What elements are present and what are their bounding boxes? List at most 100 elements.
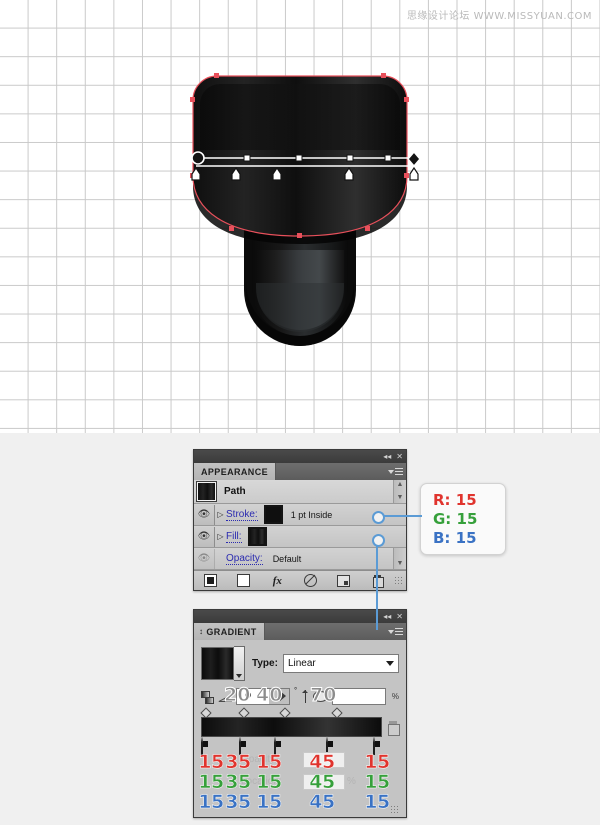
gradient-stop[interactable] <box>239 736 248 755</box>
tab-appearance[interactable]: APPEARANCE <box>194 463 277 480</box>
clear-appearance-button[interactable] <box>294 571 327 590</box>
duplicate-item-button[interactable] <box>327 571 360 590</box>
stop-rgb-column: 15 15 15 <box>364 751 390 813</box>
appearance-panel-menu-icon[interactable] <box>384 463 406 480</box>
gradient-tab-label: GRADIENT <box>206 626 257 637</box>
gradient-preview-swatch[interactable] <box>201 647 234 680</box>
scroll-down-arrow-icon[interactable]: ▼ <box>397 559 404 569</box>
illustration-canvas: 思缘设计论坛 WWW.MISSYUAN.COM <box>0 0 600 433</box>
gradient-stop-row <box>201 736 399 755</box>
gradient-type-value: Linear <box>287 658 316 669</box>
close-icon[interactable]: ✕ <box>396 452 403 461</box>
hamburger-icon <box>394 468 403 475</box>
stop-rgb-column: 35 35 35 <box>225 751 251 813</box>
stop-b-value: 15 <box>364 791 390 813</box>
duplicate-icon <box>337 574 351 587</box>
gradient-panel-body: Type: Linear ° % Opacity: Location: % 15… <box>194 640 406 817</box>
appearance-path-row[interactable]: Path ▲ ▼ <box>194 480 406 504</box>
scroll-up-icon[interactable]: ▲ <box>397 480 404 490</box>
reverse-gradient-icon[interactable] <box>201 690 215 704</box>
visibility-eye-icon-opacity[interactable]: 👁 <box>194 548 215 569</box>
fx-icon: fx <box>272 574 282 587</box>
stop-g-value: 15 <box>198 771 224 793</box>
rgb-callout-box: R: 15 G: 15 B: 15 <box>420 483 506 555</box>
tab-gradient[interactable]: ↕ GRADIENT <box>194 623 265 640</box>
stroke-color-swatch[interactable] <box>263 505 283 524</box>
stop-rgb-column: 15 15 15 <box>256 751 282 813</box>
gradient-panel-menu-icon[interactable] <box>384 623 406 640</box>
fill-label[interactable]: Fill: <box>226 531 242 543</box>
resize-grip[interactable] <box>390 805 399 814</box>
hamburger-icon <box>394 628 403 635</box>
gradient-midpoint-markers[interactable] <box>200 707 399 719</box>
stop-b-value: 35 <box>225 791 251 813</box>
close-icon[interactable]: ✕ <box>396 612 403 621</box>
annotation-number-40: 40 <box>255 684 283 707</box>
annotation-number-70: 70 <box>309 684 337 707</box>
expand-triangle-stroke[interactable]: ▷ <box>215 510 226 519</box>
opacity-value[interactable]: Default <box>273 554 302 564</box>
connector-line-stroke <box>382 515 422 517</box>
stroke-weight-value[interactable]: 1 pt Inside <box>291 510 333 520</box>
ghost-percent: % <box>347 776 356 787</box>
add-new-effect-button[interactable]: fx <box>261 571 294 590</box>
stop-r-value: 15 <box>256 751 282 773</box>
panel-dock-icon: ↕ <box>199 627 204 636</box>
callout-r-value: R: 15 <box>433 490 477 509</box>
collapse-icon[interactable]: ◂◂ <box>383 612 391 621</box>
stop-b-value: 15 <box>256 791 282 813</box>
gradient-stop[interactable] <box>373 736 382 755</box>
stop-g-value: 45 <box>309 771 335 793</box>
percent-symbol: % <box>391 692 399 701</box>
stop-b-value: 15 <box>198 791 224 813</box>
fill-color-swatch[interactable] <box>247 527 267 546</box>
callout-g-value: G: 15 <box>433 509 478 528</box>
scroll-down-icon[interactable]: ▼ <box>397 493 404 503</box>
gradient-panel-titlebar[interactable]: ◂◂ ✕ <box>194 610 406 623</box>
appearance-scrollbar-bottom[interactable]: ▼ <box>393 548 406 569</box>
add-new-stroke-button[interactable] <box>194 571 227 590</box>
connector-line-fill <box>376 540 378 630</box>
stop-g-value: 35 <box>225 771 251 793</box>
gradient-stop[interactable] <box>274 736 283 755</box>
resize-grip[interactable] <box>393 576 403 585</box>
stop-r-value: 35 <box>225 751 251 773</box>
stop-r-value: 15 <box>364 751 390 773</box>
gradient-tab-row: ↕ GRADIENT <box>194 623 406 640</box>
gradient-stop[interactable] <box>201 736 210 755</box>
gradient-preset-dropdown-button[interactable] <box>234 646 245 681</box>
appearance-toolbar[interactable]: fx <box>194 570 406 590</box>
path-label: Path <box>224 486 246 497</box>
annotation-number-20: 20 <box>223 684 251 707</box>
visibility-eye-icon-fill[interactable]: 👁 <box>194 526 215 547</box>
add-new-fill-button[interactable] <box>227 571 260 590</box>
collapse-icon[interactable]: ◂◂ <box>383 452 391 461</box>
appearance-scrollbar[interactable]: ▲ ▼ <box>393 480 406 503</box>
chevron-down-icon <box>387 629 394 634</box>
delete-stop-icon[interactable] <box>387 720 400 736</box>
appearance-panel-titlebar[interactable]: ◂◂ ✕ <box>194 450 406 463</box>
tab-filler <box>276 463 384 480</box>
gradient-type-select[interactable]: Linear <box>282 654 399 673</box>
square-fill-icon <box>204 574 218 587</box>
opacity-label[interactable]: Opacity: <box>226 553 263 565</box>
gradient-aspect-field[interactable] <box>332 688 386 705</box>
stop-rgb-column: 45 45 45 <box>309 752 335 813</box>
gradient-type-row: Type: Linear <box>201 646 399 681</box>
type-label: Type: <box>252 658 278 669</box>
connector-endpoint-fill <box>372 534 385 547</box>
square-outline-icon <box>237 574 251 587</box>
gradient-slider-bar[interactable] <box>201 717 382 737</box>
gradient-panel[interactable]: ◂◂ ✕ ↕ GRADIENT Type: Linear ° % Opacity… <box>193 609 407 818</box>
artwork-vector-object[interactable] <box>0 0 600 433</box>
appearance-row-opacity[interactable]: 👁 Opacity: Default ▼ <box>194 548 406 570</box>
visibility-eye-icon-stroke[interactable]: 👁 <box>194 504 215 525</box>
chevron-down-icon <box>236 674 242 678</box>
gradient-slider-row <box>201 717 400 737</box>
tab-filler <box>264 623 384 640</box>
expand-triangle-fill[interactable]: ▷ <box>215 532 226 541</box>
callout-b-value: B: 15 <box>433 528 477 547</box>
stop-b-value: 45 <box>309 791 335 813</box>
stroke-label[interactable]: Stroke: <box>226 509 258 521</box>
gradient-stop[interactable] <box>326 736 335 755</box>
